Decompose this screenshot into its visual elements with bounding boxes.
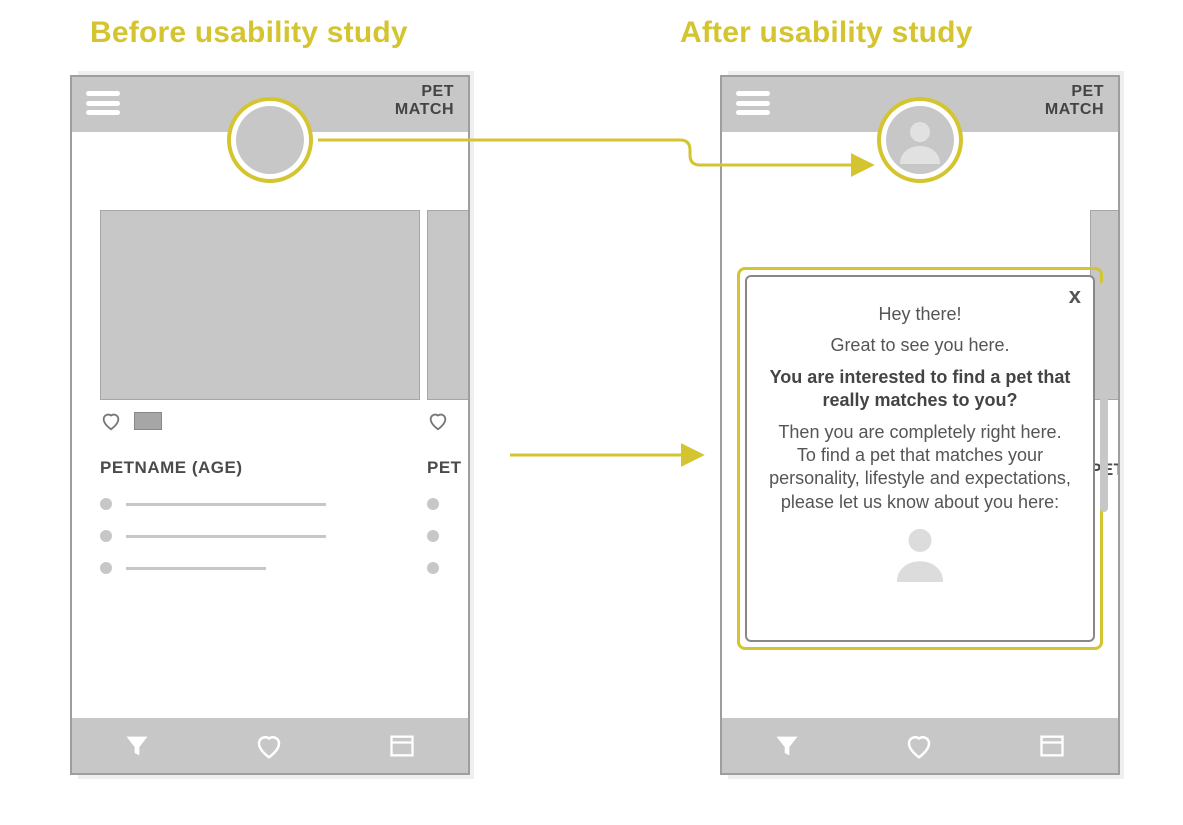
heart-icon[interactable]	[427, 410, 449, 432]
browse-icon[interactable]	[1036, 732, 1068, 760]
profile-avatar-highlight	[877, 97, 963, 183]
favorites-icon[interactable]	[252, 731, 286, 761]
profile-link-icon[interactable]	[767, 522, 1073, 582]
pet-name: PET	[427, 458, 468, 478]
heading-before: Before usability study	[90, 16, 408, 50]
pet-name: PETNAME (AGE)	[100, 458, 420, 478]
mock-after: PETMATCH PET x Hey there! Great to see y…	[720, 75, 1120, 775]
modal-line: Great to see you here.	[767, 334, 1073, 357]
modal-line: Hey there!	[767, 303, 1073, 326]
scrollbar-thumb[interactable]	[1100, 282, 1108, 512]
pet-card[interactable]: PETNAME (AGE)	[100, 210, 420, 594]
heart-icon[interactable]	[100, 410, 122, 432]
pet-card-peek[interactable]: PET	[427, 210, 468, 594]
onboarding-modal: x Hey there! Great to see you here. You …	[745, 275, 1095, 642]
hamburger-icon[interactable]	[736, 91, 770, 115]
heading-after: After usability study	[680, 16, 973, 50]
tag-icon	[134, 412, 162, 430]
profile-avatar-highlight	[227, 97, 313, 183]
filter-icon[interactable]	[772, 732, 802, 760]
modal-line-bold: You are interested to find a pet that re…	[767, 366, 1073, 413]
pet-details-list	[427, 498, 468, 574]
filter-icon[interactable]	[122, 732, 152, 760]
bottom-nav	[72, 718, 468, 773]
app-brand: PETMATCH	[1045, 83, 1104, 118]
profile-avatar-empty[interactable]	[236, 106, 304, 174]
modal-line: Then you are completely right here. To f…	[767, 421, 1073, 515]
hamburger-icon[interactable]	[86, 91, 120, 115]
bottom-nav	[722, 718, 1118, 773]
favorites-icon[interactable]	[902, 731, 936, 761]
app-brand: PETMATCH	[395, 83, 454, 118]
pet-image-placeholder	[100, 210, 420, 400]
profile-avatar-placeholder[interactable]	[886, 106, 954, 174]
browse-icon[interactable]	[386, 732, 418, 760]
mock-before: PETMATCH PETNAME (AGE)	[70, 75, 470, 775]
pet-image-placeholder	[427, 210, 468, 400]
close-icon[interactable]: x	[1069, 283, 1081, 309]
pet-details-list	[100, 498, 420, 574]
